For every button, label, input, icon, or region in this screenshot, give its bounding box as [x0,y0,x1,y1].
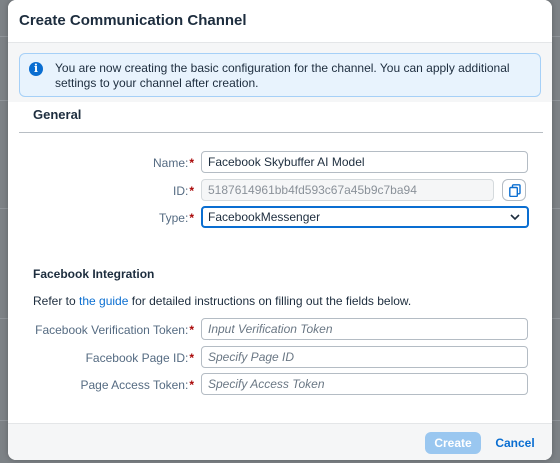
access-token-input[interactable]: Specify Access Token [201,373,528,395]
dialog-title: Create Communication Channel [19,12,247,29]
access-token-label-text: Page Access Token: [80,378,189,392]
page-id-label-text: Facebook Page ID: [85,351,189,365]
info-icon: i [29,62,43,76]
name-label-text: Name: [152,156,189,170]
guide-link[interactable]: the guide [79,294,128,308]
type-select[interactable]: FacebookMessenger [201,206,529,228]
page-id-input[interactable]: Specify Page ID [201,346,528,368]
dialog-scrollbar[interactable] [546,43,550,423]
name-label: Name:* [108,156,194,170]
section-title-facebook: Facebook Integration [33,267,155,281]
required-marker: * [189,211,194,225]
section-divider [19,132,543,133]
type-select-value: FacebookMessenger [208,210,321,224]
dialog-header: Create Communication Channel [8,0,552,43]
section-title-general: General [33,107,82,122]
copy-icon [509,184,521,197]
required-marker: * [189,351,194,365]
required-marker: * [189,156,194,170]
info-message-strip: i You are now creating the basic configu… [19,53,541,97]
copy-id-button[interactable] [502,179,526,201]
verification-token-input[interactable]: Input Verification Token [201,318,528,340]
access-token-label: Page Access Token:* [18,378,194,392]
verification-token-label: Facebook Verification Token:* [18,323,194,337]
id-label-text: ID: [172,184,189,198]
chevron-down-icon[interactable] [509,211,521,223]
id-label: ID:* [108,184,194,198]
instructions-prefix: Refer to [33,294,80,308]
verification-token-label-text: Facebook Verification Token: [35,323,189,337]
instructions-text: Refer to the guide for detailed instruct… [33,294,411,308]
cancel-button[interactable]: Cancel [490,432,540,454]
required-marker: * [189,323,194,337]
type-label-text: Type: [158,211,189,225]
info-message-text: You are now creating the basic configura… [55,61,510,90]
required-marker: * [189,378,194,392]
create-button[interactable]: Create [425,432,481,454]
type-label: Type:* [108,211,194,225]
instructions-suffix: for detailed instructions on filling out… [128,294,412,308]
required-marker: * [189,184,194,198]
page-id-label: Facebook Page ID:* [18,351,194,365]
name-input[interactable]: Facebook Skybuffer AI Model [201,151,528,173]
id-input[interactable]: 5187614961bb4fd593c67a45b9c7ba94 [201,179,494,201]
dialog-footer: Create Cancel [8,423,552,460]
create-channel-dialog: Create Communication Channel i You are n… [8,0,552,460]
